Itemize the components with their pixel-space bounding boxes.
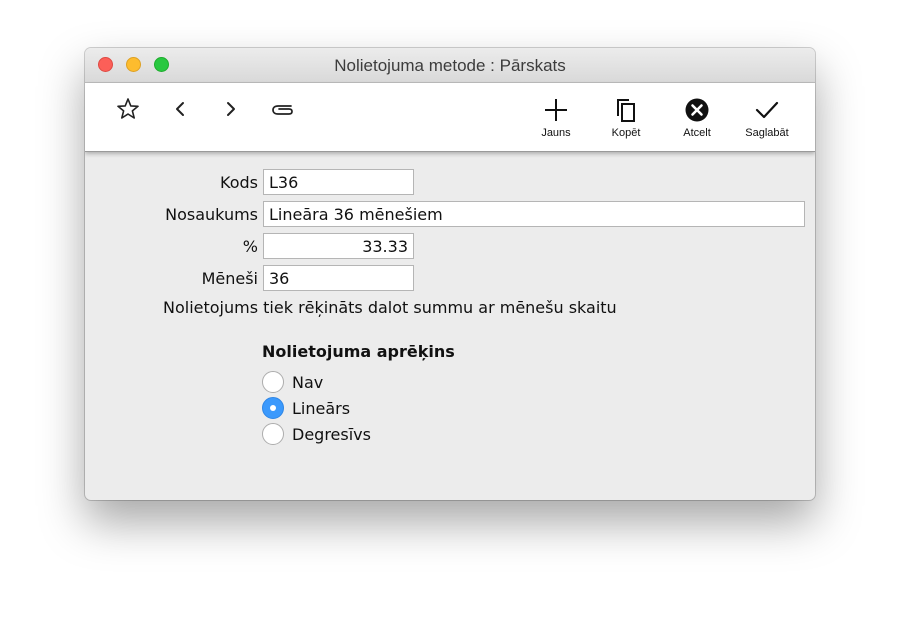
nosaukums-input[interactable]: [263, 201, 805, 227]
percent-label: %: [242, 237, 258, 256]
kods-label: Kods: [220, 173, 258, 192]
chevron-left-icon[interactable]: [173, 99, 187, 123]
radio-option-nav[interactable]: Nav: [262, 370, 323, 394]
window: Nolietojuma metode : Pārskats Jauns Kopē…: [85, 48, 815, 500]
menesi-input[interactable]: [263, 265, 414, 291]
toolbar: Jauns Kopēt Atcelt Saglabāt: [85, 83, 815, 152]
percent-input[interactable]: [263, 233, 414, 259]
radio-button[interactable]: [262, 397, 284, 419]
radio-label: Nav: [292, 372, 324, 392]
radio-label: Lineārs: [292, 398, 351, 418]
paperclip-icon[interactable]: [269, 98, 297, 124]
cancel-button[interactable]: Atcelt: [667, 97, 727, 139]
star-icon[interactable]: [116, 97, 140, 125]
radio-label: Degresīvs: [292, 424, 371, 444]
chevron-right-icon[interactable]: [224, 99, 238, 123]
checkmark-icon: [755, 101, 779, 119]
new-button[interactable]: Jauns: [526, 97, 586, 139]
new-button-label: Jauns: [541, 127, 571, 139]
menesi-label: Mēneši: [201, 269, 258, 288]
cancel-button-label: Atcelt: [683, 127, 711, 139]
save-button[interactable]: Saglabāt: [737, 97, 797, 139]
plus-icon: [545, 99, 567, 121]
nosaukums-label: Nosaukums: [165, 205, 258, 224]
kods-input[interactable]: [263, 169, 414, 195]
radio-option-linears[interactable]: Lineārs: [262, 396, 350, 420]
copy-icon: [617, 99, 635, 122]
radio-option-degresivs[interactable]: Degresīvs: [262, 422, 371, 446]
radio-button[interactable]: [262, 423, 284, 445]
window-title: Nolietojuma metode : Pārskats: [334, 56, 566, 75]
copy-button[interactable]: Kopēt: [596, 97, 656, 139]
calculation-group-title: Nolietojuma aprēķins: [262, 342, 455, 361]
cancel-icon: [685, 98, 709, 122]
radio-button[interactable]: [262, 371, 284, 393]
copy-button-label: Kopēt: [611, 127, 641, 139]
save-button-label: Saglabāt: [745, 127, 789, 139]
calculation-note: Nolietojums tiek rēķināts dalot summu ar…: [163, 298, 617, 317]
title-bar[interactable]: Nolietojuma metode : Pārskats: [85, 48, 815, 83]
form-area: Kods Nosaukums % Mēneši Nolietojums tiek…: [85, 152, 815, 500]
